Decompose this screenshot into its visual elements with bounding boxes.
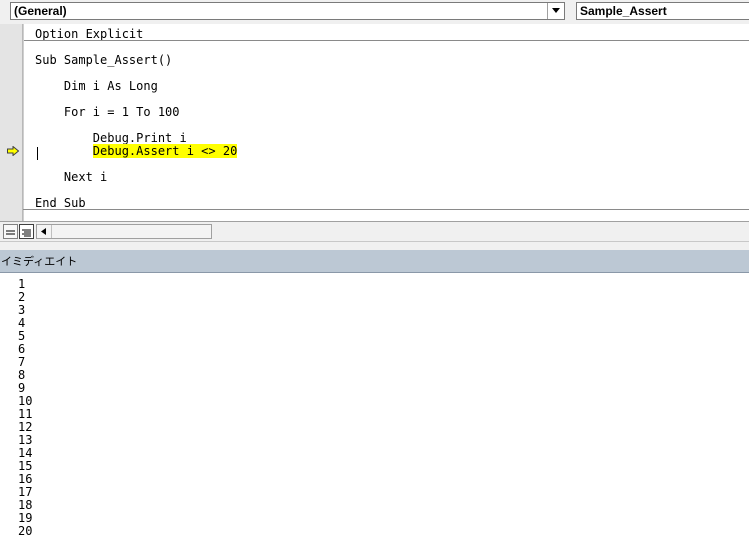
- object-combobox-value: (General): [14, 4, 67, 18]
- full-module-view-button[interactable]: [19, 224, 34, 239]
- output-line: 20: [18, 524, 33, 538]
- yellow-arrow-icon: [7, 146, 19, 156]
- code-line: For i = 1 To 100: [35, 105, 180, 119]
- immediate-window-titlebar[interactable]: イミディエイト: [0, 250, 749, 273]
- code-window: Option Explicit Sub Sample_Assert() Dim …: [0, 24, 749, 221]
- code-line: Debug.Print i: [35, 131, 187, 145]
- full-module-view-icon: [22, 229, 31, 237]
- object-combobox-dropdown-button[interactable]: [547, 3, 564, 19]
- margin-indicator-bar[interactable]: [0, 24, 23, 221]
- code-line: Sub Sample_Assert(): [35, 53, 173, 67]
- code-line: End Sub: [35, 196, 86, 210]
- procedure-separator: [24, 40, 749, 41]
- horizontal-scrollbar[interactable]: [36, 224, 212, 239]
- immediate-output-list: 1 2 3 4 5 6 7 8 9 10 11 12 13 14 15 16 1…: [18, 278, 32, 538]
- code-window-bottom-border: [23, 209, 749, 210]
- code-view-bar: [0, 221, 749, 242]
- code-line-current-statement: Debug.Assert i <> 20: [35, 144, 238, 158]
- procedure-combobox-value: Sample_Assert: [580, 4, 667, 18]
- object-combobox[interactable]: (General): [10, 2, 565, 20]
- procedure-combobox[interactable]: Sample_Assert: [576, 2, 749, 20]
- code-window-combo-bar: (General) Sample_Assert: [0, 0, 749, 25]
- chevron-down-icon: [552, 8, 560, 13]
- current-statement-highlight: Debug.Assert i <> 20: [92, 144, 238, 158]
- procedure-view-icon: [6, 230, 15, 235]
- code-editor[interactable]: Option Explicit Sub Sample_Assert() Dim …: [23, 24, 749, 221]
- immediate-window[interactable]: 1 2 3 4 5 6 7 8 9 10 11 12 13 14 15 16 1…: [0, 273, 749, 554]
- code-line-option-explicit: Option Explicit: [35, 27, 144, 41]
- scroll-left-button[interactable]: [37, 225, 52, 238]
- immediate-window-title: イミディエイト: [1, 255, 78, 268]
- scroll-left-icon: [41, 228, 46, 235]
- code-line: Next i: [35, 170, 108, 184]
- text-cursor: [37, 147, 38, 160]
- procedure-view-button[interactable]: [3, 224, 18, 239]
- code-line: Dim i As Long: [35, 79, 158, 93]
